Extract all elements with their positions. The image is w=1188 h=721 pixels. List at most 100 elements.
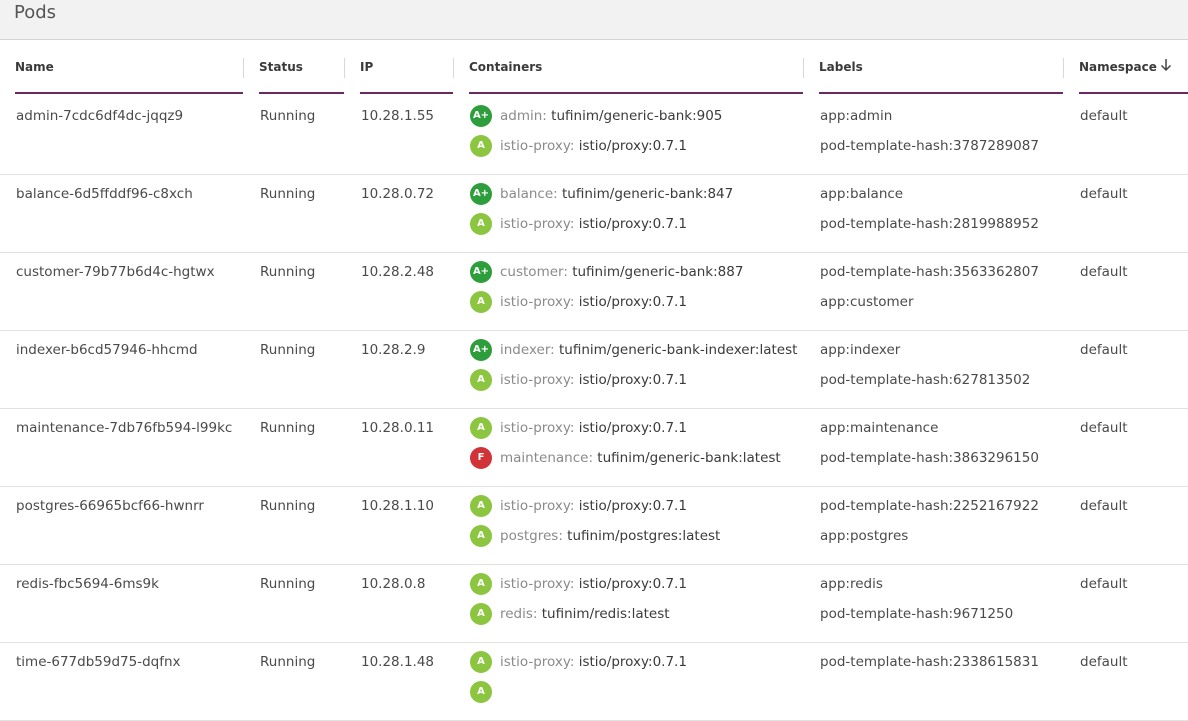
grade-badge[interactable]: A: [470, 603, 492, 625]
pod-namespace: default: [1080, 264, 1128, 280]
pod-label: app:balance: [820, 186, 904, 202]
grade-badge[interactable]: A: [470, 213, 492, 235]
table-row[interactable]: admin-7cdc6df4dc-jqqz9 Running 10.28.1.55 A…: [0, 96, 1188, 175]
container-entry: indexer: tufinim/generic-bank-indexer:la…: [500, 340, 797, 360]
container-image: istio/proxy:0.7.1: [578, 576, 687, 592]
column-header-label: Namespace: [1079, 60, 1157, 74]
grade-badge[interactable]: A: [470, 369, 492, 391]
container-entry: maintenance: tufinim/generic-bank:latest: [500, 448, 781, 468]
pod-name[interactable]: postgres-66965bcf66-hwnrr: [16, 496, 204, 516]
column-header-label: IP: [360, 60, 374, 74]
grade-badge[interactable]: A: [470, 417, 492, 439]
grade-badge[interactable]: A: [470, 291, 492, 313]
grade-badge[interactable]: F: [470, 447, 492, 469]
pod-namespace: default: [1080, 576, 1128, 592]
pod-ip: 10.28.0.11: [361, 420, 434, 436]
container-entry: postgres: tufinim/postgres:latest: [500, 526, 720, 546]
container-name: istio-proxy:: [500, 498, 575, 514]
table-row[interactable]: maintenance-7db76fb594-l99kc Running 10.28…: [0, 408, 1188, 487]
grade-badge[interactable]: A: [470, 651, 492, 673]
arrow-down-icon[interactable]: [1159, 57, 1173, 73]
pod-name[interactable]: customer-79b77b6d4c-hgtwx: [16, 262, 215, 282]
pod-name[interactable]: balance-6d5ffddf96-c8xch: [16, 184, 193, 204]
container-name: istio-proxy:: [500, 216, 575, 232]
pod-label: pod-template-hash:2819988952: [820, 216, 1039, 232]
grade-badge[interactable]: A+: [470, 339, 492, 361]
container-image: istio/proxy:0.7.1: [578, 372, 687, 388]
column-header-name[interactable]: Name: [15, 40, 243, 94]
pod-status: Running: [260, 186, 316, 202]
table-row[interactable]: time-677db59d75-dqfnx Running 10.28.1.48 Ai…: [0, 642, 1188, 721]
grade-badge[interactable]: A: [470, 495, 492, 517]
container-entry: istio-proxy: istio/proxy:0.7.1: [500, 292, 687, 312]
pod-name[interactable]: redis-fbc5694-6ms9k: [16, 574, 159, 594]
table-row[interactable]: customer-79b77b6d4c-hgtwx Running 10.28.2.…: [0, 252, 1188, 331]
grade-badge[interactable]: A+: [470, 105, 492, 127]
container-name: redis:: [500, 606, 538, 622]
grade-badge[interactable]: A+: [470, 261, 492, 283]
pod-status: Running: [260, 498, 316, 514]
column-underline: [259, 92, 344, 94]
pod-label: pod-template-hash:2252167922: [820, 498, 1039, 514]
column-header-label: Labels: [819, 60, 863, 74]
pod-namespace: default: [1080, 654, 1128, 670]
grade-badge[interactable]: A: [470, 681, 492, 703]
table-row[interactable]: redis-fbc5694-6ms9k Running 10.28.0.8 Aisti…: [0, 564, 1188, 643]
column-separator[interactable]: [243, 58, 244, 78]
grade-badge[interactable]: A: [470, 525, 492, 547]
pod-label: pod-template-hash:2338615831: [820, 654, 1039, 670]
pod-status: Running: [260, 342, 316, 358]
pod-name[interactable]: maintenance-7db76fb594-l99kc: [16, 418, 232, 438]
column-header-namespace[interactable]: Namespace: [1079, 40, 1188, 94]
grade-badge[interactable]: A: [470, 573, 492, 595]
pod-ip: 10.28.1.55: [361, 108, 434, 124]
pod-namespace: default: [1080, 342, 1128, 358]
column-separator[interactable]: [803, 58, 804, 78]
column-header-status[interactable]: Status: [259, 40, 344, 94]
table-row[interactable]: postgres-66965bcf66-hwnrr Running 10.28.1.…: [0, 486, 1188, 565]
container-image: istio/proxy:0.7.1: [578, 138, 687, 154]
container-name: postgres:: [500, 528, 563, 544]
pod-ip: 10.28.0.72: [361, 186, 434, 202]
pod-name[interactable]: admin-7cdc6df4dc-jqqz9: [16, 106, 183, 126]
page-title: Pods: [14, 2, 57, 23]
container-image: tufinim/generic-bank:887: [572, 264, 744, 280]
table-row[interactable]: indexer-b6cd57946-hhcmd Running 10.28.2.9 A…: [0, 330, 1188, 409]
pod-label: pod-template-hash:3563362807: [820, 264, 1039, 280]
container-name: customer:: [500, 264, 568, 280]
container-entry: customer: tufinim/generic-bank:887: [500, 262, 743, 282]
table-row[interactable]: balance-6d5ffddf96-c8xch Running 10.28.0.7…: [0, 174, 1188, 253]
container-image: tufinim/postgres:latest: [567, 528, 721, 544]
grade-badge[interactable]: A+: [470, 183, 492, 205]
container-name: istio-proxy:: [500, 294, 575, 310]
container-entry: redis: tufinim/redis:latest: [500, 604, 670, 624]
container-entry: istio-proxy: istio/proxy:0.7.1: [500, 496, 687, 516]
column-separator[interactable]: [453, 58, 454, 78]
column-separator[interactable]: [344, 58, 345, 78]
pod-ip: 10.28.1.10: [361, 498, 434, 514]
container-name: istio-proxy:: [500, 138, 575, 154]
container-name: maintenance:: [500, 450, 593, 466]
column-header-labels[interactable]: Labels: [819, 40, 1063, 94]
column-header-label: Containers: [469, 60, 543, 74]
pod-namespace: default: [1080, 498, 1128, 514]
container-entry: istio-proxy: istio/proxy:0.7.1: [500, 418, 687, 438]
pod-label: pod-template-hash:3863296150: [820, 450, 1039, 466]
pod-status: Running: [260, 576, 316, 592]
container-image: istio/proxy:0.7.1: [578, 498, 687, 514]
grade-badge[interactable]: A: [470, 135, 492, 157]
pod-namespace: default: [1080, 108, 1128, 124]
pod-name[interactable]: time-677db59d75-dqfnx: [16, 652, 181, 672]
container-name: istio-proxy:: [500, 654, 575, 670]
container-entry: istio-proxy: istio/proxy:0.7.1: [500, 214, 687, 234]
column-separator[interactable]: [1063, 58, 1064, 78]
column-header-ip[interactable]: IP: [360, 40, 453, 94]
column-underline: [360, 92, 453, 94]
column-header-label: Status: [259, 60, 303, 74]
column-underline: [15, 92, 243, 94]
container-image: istio/proxy:0.7.1: [578, 294, 687, 310]
pod-name[interactable]: indexer-b6cd57946-hhcmd: [16, 340, 198, 360]
container-image: tufinim/generic-bank-indexer:latest: [558, 342, 798, 358]
container-image: istio/proxy:0.7.1: [578, 216, 687, 232]
column-header-containers[interactable]: Containers: [469, 40, 803, 94]
